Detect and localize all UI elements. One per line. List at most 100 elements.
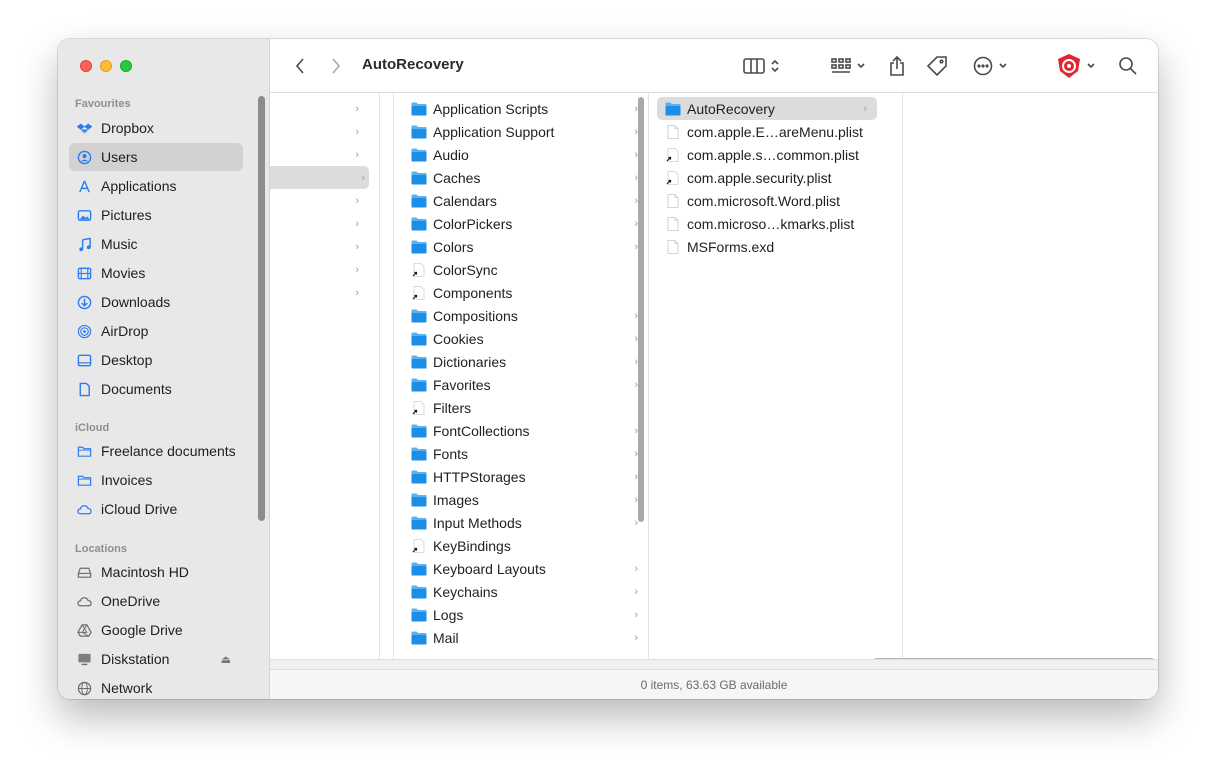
parent-folder-row[interactable]: › [270, 166, 369, 189]
folder-row[interactable]: Logs › [394, 603, 648, 626]
folder-row[interactable]: Mail › [394, 626, 648, 649]
item-name: Cookies [433, 330, 484, 347]
sidebar-item-icloud-drive[interactable]: iCloud Drive [69, 495, 243, 523]
folder-row[interactable]: Favorites › [394, 373, 648, 396]
file-row[interactable]: com.apple.E…areMenu.plist [657, 120, 877, 143]
sidebar-item-music[interactable]: Music [69, 230, 243, 258]
parent-folder-row[interactable]: › [270, 235, 379, 258]
sidebar-item-documents[interactable]: Documents [69, 375, 243, 403]
file-row[interactable]: com.microsoft.Word.plist [657, 189, 877, 212]
forward-button[interactable] [326, 56, 346, 76]
parent-folder-row[interactable]: › [270, 143, 379, 166]
sidebar-item-google-drive[interactable]: Google Drive [69, 616, 243, 644]
sidebar-item-airdrop[interactable]: AirDrop [69, 317, 243, 345]
item-name: Caches [433, 169, 481, 186]
folder-icon [411, 194, 427, 207]
folder-row[interactable]: Keychains › [394, 580, 648, 603]
file-row[interactable]: Components [394, 281, 648, 304]
search-button[interactable] [1116, 54, 1140, 78]
file-row[interactable]: com.microso…kmarks.plist [657, 212, 877, 235]
sidebar-section-heading: iCloud [75, 422, 110, 434]
folder-icon [411, 148, 427, 161]
folder-row[interactable]: Keyboard Layouts › [394, 557, 648, 580]
folder-row[interactable]: Dictionaries › [394, 350, 648, 373]
chevron-right-icon: › [355, 263, 359, 276]
minimize-button[interactable] [100, 60, 112, 72]
folder-icon [411, 470, 427, 483]
group-button[interactable] [828, 54, 868, 78]
folder-row[interactable]: ColorPickers › [394, 212, 648, 235]
sidebar-item-label: Desktop [101, 352, 153, 368]
folder-row[interactable]: Input Methods › [394, 511, 648, 534]
chevron-right-icon: › [634, 562, 638, 575]
sidebar-item-applications[interactable]: Applications [69, 172, 243, 200]
parent-folder-row[interactable]: › [270, 120, 379, 143]
file-row[interactable]: MSForms.exd [657, 235, 877, 258]
item-name: ColorPickers [433, 215, 513, 232]
folder-row[interactable]: Caches › [394, 166, 648, 189]
google-drive-icon [77, 623, 92, 638]
folder-row[interactable]: Colors › [394, 235, 648, 258]
display-icon [77, 652, 92, 667]
alias-file-icon [666, 147, 679, 162]
parent-folder-row[interactable]: › [270, 212, 379, 235]
alias-file-icon [412, 285, 425, 300]
view-mode-button[interactable] [740, 54, 782, 78]
app-extension-button[interactable] [1054, 52, 1098, 80]
folder-row[interactable]: Calendars › [394, 189, 648, 212]
chevron-down-icon [857, 63, 865, 69]
folder-icon [411, 217, 427, 230]
parent-folder-row[interactable]: › [270, 97, 379, 120]
sidebar-item-invoices[interactable]: Invoices [69, 466, 243, 494]
column-2-scrollbar[interactable] [638, 97, 644, 522]
document-file-icon [667, 239, 679, 254]
folder-row[interactable]: Images › [394, 488, 648, 511]
sidebar-item-onedrive[interactable]: OneDrive [69, 587, 243, 615]
file-row[interactable]: Filters [394, 396, 648, 419]
folder-row[interactable]: Application Support › [394, 120, 648, 143]
tags-button[interactable] [924, 53, 950, 79]
back-button[interactable] [290, 56, 310, 76]
folder-row[interactable]: AutoRecovery › [657, 97, 877, 120]
close-button[interactable] [80, 60, 92, 72]
folder-row[interactable]: Application Scripts › [394, 97, 648, 120]
sidebar-section-heading: Locations [75, 543, 127, 555]
share-icon [890, 55, 904, 76]
parent-folder-row[interactable]: › [270, 258, 379, 281]
search-icon [1119, 57, 1137, 75]
parent-folder-row[interactable]: › [270, 189, 379, 212]
sidebar-item-downloads[interactable]: Downloads [69, 288, 243, 316]
document-file-icon [667, 124, 679, 139]
sidebar-item-desktop[interactable]: Desktop [69, 346, 243, 374]
folder-row[interactable]: Audio › [394, 143, 648, 166]
parent-folder-row[interactable]: › [270, 281, 379, 304]
file-row[interactable]: KeyBindings [394, 534, 648, 557]
sidebar-item-label: Movies [101, 265, 146, 281]
sidebar-item-diskstation[interactable]: Diskstation ⏏ [69, 645, 243, 673]
eject-icon[interactable]: ⏏ [221, 653, 231, 666]
sidebar-item-network[interactable]: Network [69, 674, 243, 699]
column-3[interactable]: AutoRecovery › com.apple.E…areMenu.plist co… [649, 93, 903, 659]
column-2[interactable]: Application Scripts › Application Support ›… [394, 93, 649, 659]
sidebar-item-movies[interactable]: Movies [69, 259, 243, 287]
share-button[interactable] [884, 53, 910, 79]
column-1[interactable]: › › › › › › › › › [270, 93, 380, 659]
file-row[interactable]: com.apple.security.plist [657, 166, 877, 189]
folder-row[interactable]: FontCollections › [394, 419, 648, 442]
folder-row[interactable]: Fonts › [394, 442, 648, 465]
sidebar-item-dropbox[interactable]: Dropbox [69, 114, 243, 142]
folder-row[interactable]: HTTPStorages › [394, 465, 648, 488]
folder-row[interactable]: Cookies › [394, 327, 648, 350]
more-actions-button[interactable] [970, 53, 1010, 79]
sidebar-item-users[interactable]: Users [69, 143, 243, 171]
sidebar-item-macintosh-hd[interactable]: Macintosh HD [69, 558, 243, 586]
zoom-button[interactable] [120, 60, 132, 72]
file-row[interactable]: ColorSync [394, 258, 648, 281]
sidebar-item-pictures[interactable]: Pictures [69, 201, 243, 229]
folder-row[interactable]: Compositions › [394, 304, 648, 327]
sidebar-scrollbar[interactable] [258, 96, 265, 521]
chevron-right-icon: › [355, 148, 359, 161]
column-4[interactable] [903, 93, 1158, 659]
file-row[interactable]: com.apple.s…common.plist [657, 143, 877, 166]
sidebar-item-freelance-documents[interactable]: Freelance documents [69, 437, 243, 465]
